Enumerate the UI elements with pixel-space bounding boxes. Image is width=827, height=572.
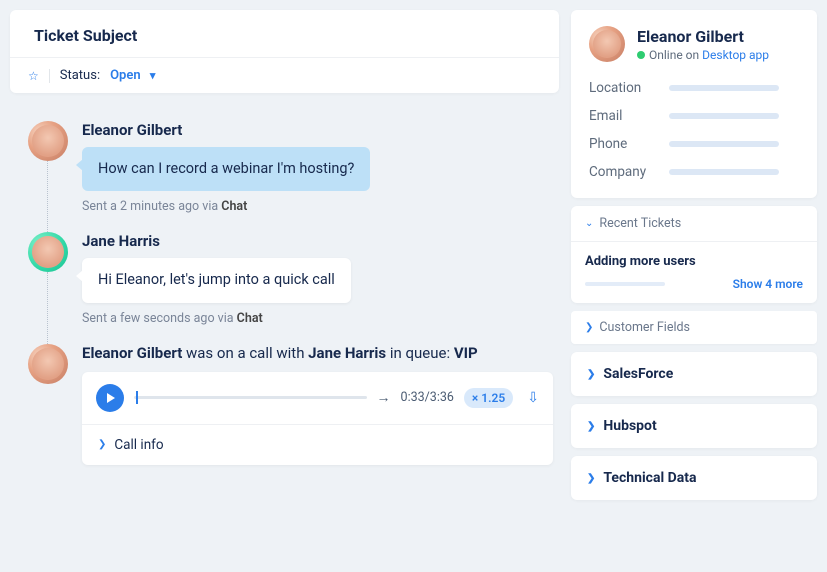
panel-title: Recent Tickets xyxy=(599,216,681,231)
conversation-thread: Eleanor Gilbert How can I record a webin… xyxy=(10,107,559,493)
integration-technical-data[interactable]: ❯ Technical Data xyxy=(571,456,817,500)
status-dropdown[interactable]: Open ▾ xyxy=(110,68,155,83)
divider xyxy=(49,69,50,83)
avatar xyxy=(589,26,625,62)
meta-text: Sent a few seconds ago via xyxy=(82,311,237,326)
message-author: Jane Harris xyxy=(82,232,553,250)
customer-fields-header[interactable]: ❯ Customer Fields xyxy=(571,311,817,344)
chevron-right-icon: ❯ xyxy=(585,322,593,333)
show-more-link[interactable]: Show 4 more xyxy=(733,277,803,291)
panel-title: Customer Fields xyxy=(599,320,690,335)
field-company: Company xyxy=(589,164,799,180)
call-agent: Jane Harris xyxy=(308,344,386,362)
time-display: 0:33/3:36 xyxy=(401,390,454,405)
message-meta: Sent a few seconds ago via Chat xyxy=(82,311,553,326)
chevron-right-icon: ❯ xyxy=(587,421,595,432)
chevron-down-icon: ▾ xyxy=(150,69,156,82)
seek-track[interactable] xyxy=(134,396,367,399)
status-label: Status: xyxy=(60,68,100,83)
recent-tickets-header[interactable]: ⌄ Recent Tickets xyxy=(571,206,817,242)
play-button[interactable] xyxy=(96,384,124,412)
call-queue: VIP xyxy=(454,344,478,362)
download-icon[interactable]: ⇩ xyxy=(527,390,539,406)
star-icon[interactable]: ☆ xyxy=(28,69,39,83)
field-placeholder xyxy=(669,85,779,91)
field-phone: Phone xyxy=(589,136,799,152)
recent-ticket-item[interactable]: Adding more users xyxy=(585,254,803,269)
section-label: Technical Data xyxy=(603,470,696,486)
meta-channel: Chat xyxy=(237,311,263,326)
call-phrase-tail: in queue: xyxy=(386,344,454,362)
field-label: Company xyxy=(589,164,655,180)
status-text: Online on xyxy=(649,48,702,62)
playhead xyxy=(136,391,138,404)
call-info-label: Call info xyxy=(114,437,163,453)
message-bubble: Hi Eleanor, let's jump into a quick call xyxy=(82,258,351,302)
section-label: Hubspot xyxy=(603,418,656,434)
avatar xyxy=(28,344,68,384)
field-location: Location xyxy=(589,80,799,96)
field-placeholder xyxy=(669,113,779,119)
avatar xyxy=(28,232,68,272)
call-subject: Eleanor Gilbert xyxy=(82,344,182,362)
meta-text: Sent a 2 minutes ago via xyxy=(82,199,221,214)
call-info-toggle[interactable]: ❯ Call info xyxy=(82,424,553,465)
field-placeholder xyxy=(669,141,779,147)
field-label: Email xyxy=(589,108,655,124)
chevron-right-icon: ❯ xyxy=(98,439,106,450)
avatar xyxy=(28,121,68,161)
integration-salesforce[interactable]: ❯ SalesForce xyxy=(571,352,817,396)
meta-channel: Chat xyxy=(221,199,247,214)
call-phrase: was on a call with xyxy=(182,344,308,362)
message-bubble: How can I record a webinar I'm hosting? xyxy=(82,147,370,191)
field-label: Phone xyxy=(589,136,655,152)
profile-status: Online on Desktop app xyxy=(637,48,769,62)
message-item: Eleanor Gilbert How can I record a webin… xyxy=(28,121,553,232)
call-recording-card: → 0:33/3:36 × 1.25 ⇩ ❯ Call info xyxy=(82,372,553,465)
ticket-subject: Ticket Subject xyxy=(10,10,559,57)
audio-player: → 0:33/3:36 × 1.25 ⇩ xyxy=(82,372,553,424)
chevron-down-icon: ⌄ xyxy=(585,218,593,229)
field-email: Email xyxy=(589,108,799,124)
call-event-summary: Eleanor Gilbert was on a call with Jane … xyxy=(82,344,553,362)
ticket-header: Ticket Subject ☆ Status: Open ▾ xyxy=(10,10,559,93)
field-label: Location xyxy=(589,80,655,96)
chevron-right-icon: ❯ xyxy=(587,473,595,484)
message-meta: Sent a 2 minutes ago via Chat xyxy=(82,199,553,214)
customer-profile: Eleanor Gilbert Online on Desktop app Lo… xyxy=(571,10,817,198)
message-author: Eleanor Gilbert xyxy=(82,121,553,139)
status-value: Open xyxy=(110,68,141,83)
play-icon xyxy=(107,393,115,403)
profile-name: Eleanor Gilbert xyxy=(637,27,769,46)
status-bar: ☆ Status: Open ▾ xyxy=(10,57,559,93)
recent-tickets-panel: ⌄ Recent Tickets Adding more users Show … xyxy=(571,206,817,303)
chevron-right-icon: ❯ xyxy=(587,369,595,380)
playback-speed[interactable]: × 1.25 xyxy=(464,388,513,408)
message-item: Jane Harris Hi Eleanor, let's jump into … xyxy=(28,232,553,343)
section-label: SalesForce xyxy=(603,366,673,382)
online-indicator-icon xyxy=(637,51,645,59)
ticket-meta-placeholder xyxy=(585,282,665,286)
integration-hubspot[interactable]: ❯ Hubspot xyxy=(571,404,817,448)
skip-forward-icon[interactable]: → xyxy=(377,389,391,406)
status-app-link[interactable]: Desktop app xyxy=(702,48,769,62)
field-placeholder xyxy=(669,169,779,175)
call-event: Eleanor Gilbert was on a call with Jane … xyxy=(28,344,553,483)
